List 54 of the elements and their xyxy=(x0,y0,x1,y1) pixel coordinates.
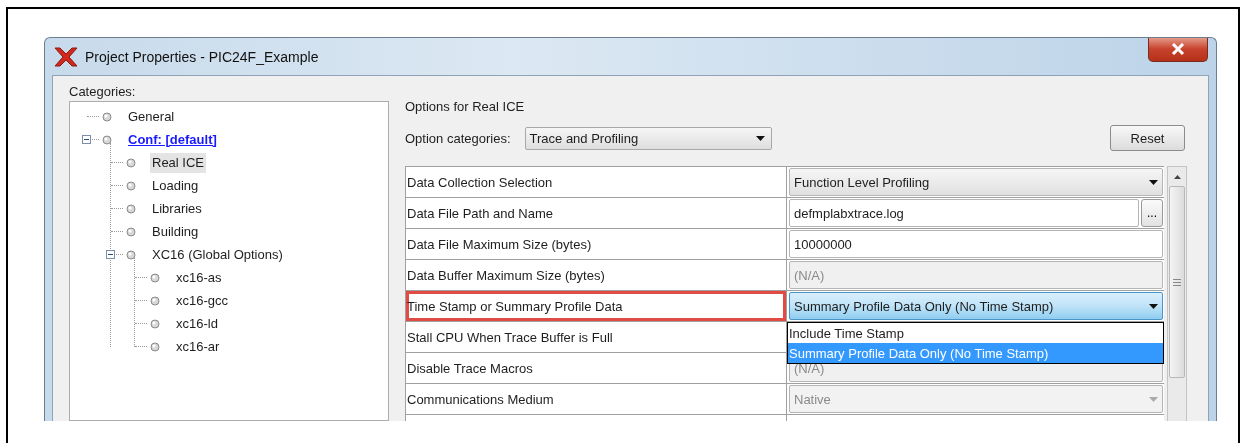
bullet-icon xyxy=(150,341,160,352)
bullet-icon xyxy=(126,249,136,260)
bullet-icon xyxy=(126,226,136,237)
options-heading: Options for Real ICE xyxy=(405,99,526,114)
tree-item[interactable]: Building xyxy=(150,221,201,242)
bullet-icon xyxy=(126,157,136,168)
tree-link[interactable]: Conf: [default] xyxy=(126,129,219,150)
scroll-thumb[interactable] xyxy=(1169,186,1185,378)
property-label: Data Buffer Maximum Size (bytes) xyxy=(406,260,787,290)
grip-icon xyxy=(1173,278,1181,286)
dropdown[interactable]: Summary Profile Data Only (No Time Stamp) xyxy=(789,292,1163,320)
bullet-icon xyxy=(126,203,136,214)
text-field[interactable]: defmplabxtrace.log xyxy=(789,199,1139,227)
tree-item[interactable]: Loading xyxy=(150,175,201,196)
tree-item[interactable]: Real ICE xyxy=(150,152,207,173)
tree-item[interactable]: xc16-ar xyxy=(174,336,222,357)
dropdown-arrow-icon xyxy=(1149,179,1158,185)
scroll-up-icon[interactable] xyxy=(1172,173,1182,182)
close-button[interactable] xyxy=(1148,38,1208,62)
tree-item[interactable]: Libraries xyxy=(150,198,204,219)
scrollbar[interactable] xyxy=(1167,166,1187,421)
text-field[interactable]: 10000000 xyxy=(789,230,1163,258)
collapse-icon[interactable] xyxy=(106,250,115,259)
categories-label: Categories: xyxy=(69,84,137,100)
collapse-icon[interactable] xyxy=(82,135,91,144)
window-title: Project Properties - PIC24F_Example xyxy=(85,48,319,65)
option-categories-label: Option categories: xyxy=(405,130,511,146)
app-logo-icon xyxy=(53,45,79,68)
dropdown-arrow-icon xyxy=(755,135,765,141)
bullet-icon xyxy=(150,272,160,283)
property-label: Stall CPU When Trace Buffer is Full xyxy=(406,322,787,352)
bullet-icon xyxy=(102,111,112,122)
dropdown-arrow-icon xyxy=(1149,396,1158,402)
property-label: Disable Trace Macros xyxy=(406,353,787,383)
bullet-icon xyxy=(102,134,112,145)
tree-item[interactable]: xc16-ld xyxy=(174,313,220,334)
reset-button[interactable]: Reset xyxy=(1110,125,1185,151)
dropdown-option[interactable]: Include Time Stamp xyxy=(788,323,1163,343)
property-label: Data File Maximum Size (bytes) xyxy=(406,229,787,259)
close-icon xyxy=(1170,43,1186,55)
tree-item[interactable]: XC16 (Global Options) xyxy=(150,244,285,265)
tree-item[interactable]: xc16-gcc xyxy=(174,290,231,311)
tree-item[interactable]: General xyxy=(126,106,177,127)
option-categories-dropdown[interactable]: Trace and Profiling xyxy=(524,126,772,150)
dropdown[interactable]: Function Level Profiling xyxy=(789,168,1163,196)
property-label: Data Collection Selection xyxy=(406,167,787,197)
tree-item[interactable]: xc16-as xyxy=(174,267,224,288)
property-label: Communications Medium xyxy=(406,384,787,414)
dropdown-arrow-icon xyxy=(1149,303,1158,309)
bullet-icon xyxy=(126,180,136,191)
bullet-icon xyxy=(150,295,160,306)
browse-button[interactable]: ... xyxy=(1141,199,1163,227)
bullet-icon xyxy=(150,318,160,329)
property-label: Data File Path and Name xyxy=(406,198,787,228)
